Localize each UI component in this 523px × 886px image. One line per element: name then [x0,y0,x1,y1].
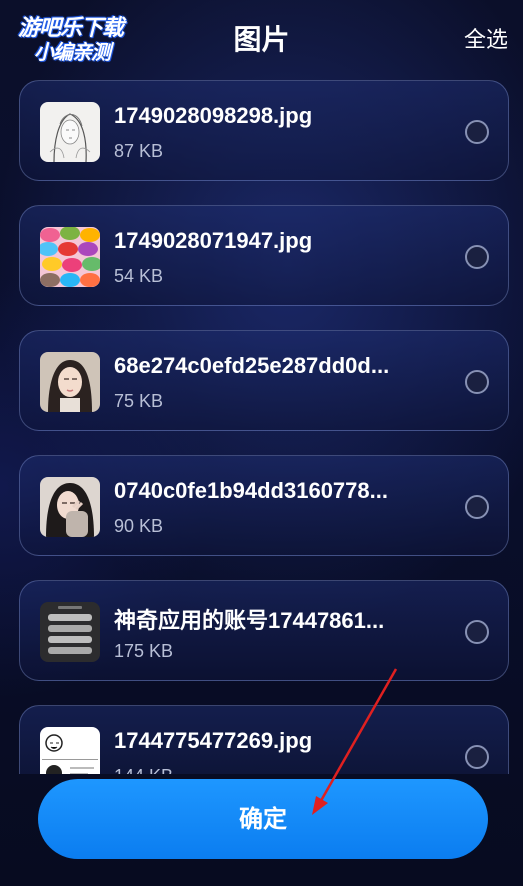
page-title: 图片 [233,24,290,55]
select-radio[interactable] [465,745,489,769]
file-item[interactable]: 1749028098298.jpg 87 KB [19,80,509,181]
thumbnail-app-screenshot [40,602,100,662]
file-name: 0740c0fe1b94dd3160778... [114,478,388,503]
file-size: 144 KB [114,766,173,774]
file-list[interactable]: 1749028098298.jpg 87 KB 1749028071947.jp… [0,72,523,774]
file-size: 87 KB [114,141,164,161]
file-item[interactable]: 0740c0fe1b94dd3160778... 90 KB [19,455,509,556]
file-size: 54 KB [114,266,164,286]
select-radio[interactable] [465,370,489,394]
file-size: 90 KB [114,516,164,536]
file-name: 1744775477269.jpg [114,728,313,753]
select-radio[interactable] [465,245,489,269]
confirm-button[interactable]: 确定 [38,779,488,859]
select-radio[interactable] [465,620,489,644]
thumbnail-macarons [40,227,100,287]
file-item[interactable]: 1749028071947.jpg 54 KB [19,205,509,306]
file-name: 神奇应用的账号17447861... [114,608,385,633]
thumbnail-sketch-portrait [40,102,100,162]
top-bar: 游吧乐下载 小编亲测 图片 全选 [0,0,523,72]
file-size: 75 KB [114,391,164,411]
file-name: 68e274c0efd25e287dd0d... [114,353,390,378]
file-name: 1749028071947.jpg [114,228,313,253]
thumbnail-girl-portrait-2 [40,477,100,537]
file-item[interactable]: 神奇应用的账号17447861... 175 KB [19,580,509,681]
select-radio[interactable] [465,120,489,144]
file-item[interactable]: 68e274c0efd25e287dd0d... 75 KB [19,330,509,431]
thumbnail-girl-portrait [40,352,100,412]
file-name: 1749028098298.jpg [114,103,313,128]
file-size: 175 KB [114,641,174,661]
select-radio[interactable] [465,495,489,519]
thumbnail-meme-comic [40,727,100,774]
select-all-button[interactable]: 全选 [464,22,508,54]
file-item[interactable]: 1744775477269.jpg 144 KB [19,705,509,774]
